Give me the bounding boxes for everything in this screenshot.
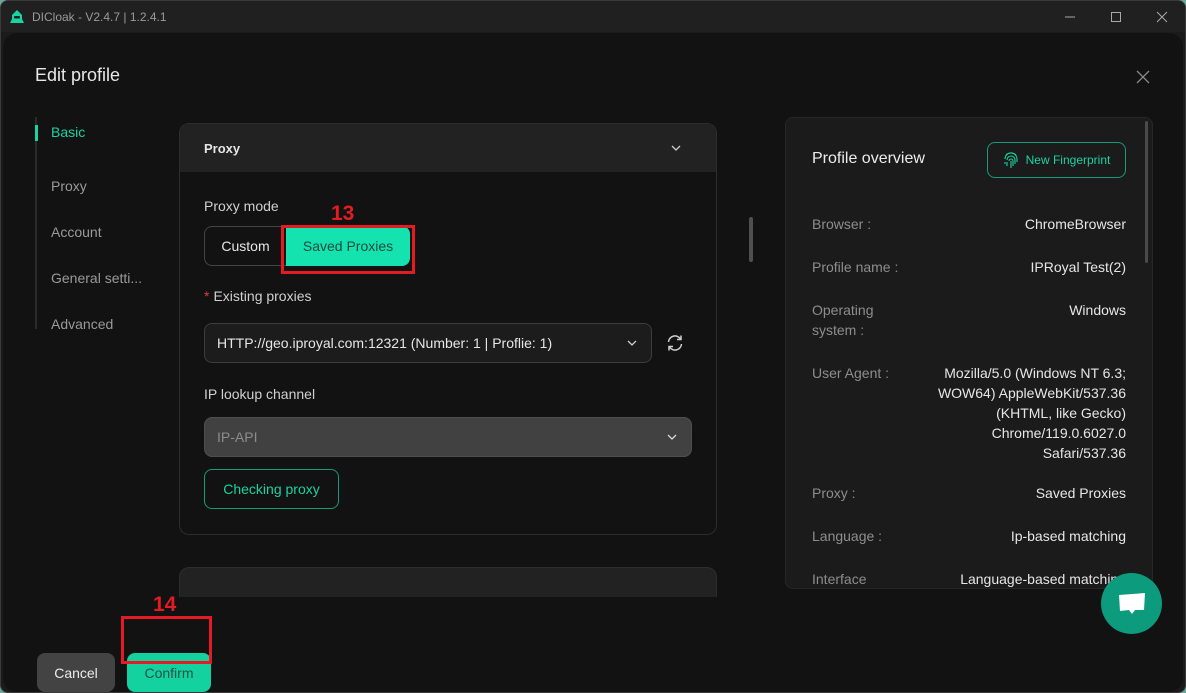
nav-item-account[interactable]: Account [37,209,165,255]
annotation-box-13 [281,225,415,274]
overview-row-browser: Browser : ChromeBrowser [812,214,1126,234]
overview-value: ChromeBrowser [1024,216,1126,232]
overview-row-operating-system: Operating system : Windows [812,300,1126,340]
side-nav: Basic Proxy Account General setti... Adv… [35,117,165,332]
content-scrollbar[interactable] [749,217,753,262]
overview-key: User Agent : [812,365,890,381]
app-title: DICloak - V2.4.7 | 1.2.4.1 [32,9,167,24]
annotation-number-14: 14 [153,593,177,616]
nav-item-basic[interactable]: Basic [35,117,165,163]
maximize-button[interactable] [1093,1,1139,32]
overview-key: Proxy : [812,485,856,501]
nav-item-general-settings[interactable]: General setti... [37,255,165,301]
existing-proxies-label: * Existing proxies [204,288,692,304]
window-close-button[interactable] [1139,1,1185,32]
proxy-mode-label: Proxy mode [204,198,279,214]
cancel-button[interactable]: Cancel [37,653,115,692]
overview-value: Language-based matching [960,571,1126,587]
overview-value: Saved Proxies [1035,485,1126,501]
checking-proxy-button[interactable]: Checking proxy [204,469,339,509]
close-icon [1156,11,1168,22]
new-fingerprint-button[interactable]: New Fingerprint [987,142,1126,178]
overview-key: Browser : [812,216,872,232]
nav-item-proxy[interactable]: Proxy [37,163,165,209]
nav-item-advanced[interactable]: Advanced [37,301,165,347]
fingerprint-icon [1004,152,1018,168]
overview-key: Interface [812,571,867,587]
new-fingerprint-label: New Fingerprint [1025,153,1111,167]
ip-lookup-select[interactable]: IP-API [204,417,692,457]
profile-overview-panel: Profile overview New Fingerprint Browser… [785,117,1153,589]
overview-row-language: Language : Ip-based matching [812,526,1126,546]
overview-scrollbar[interactable] [1145,121,1148,263]
edit-profile-dialog: Edit profile Basic Proxy Account General… [3,33,1183,692]
existing-proxies-label-text: Existing proxies [213,288,312,304]
proxy-card: Proxy Proxy mode Custom Saved Proxies * E… [179,123,717,535]
maximize-icon [1111,11,1121,22]
chevron-down-icon [627,340,637,346]
next-section-card [179,567,717,597]
dialog-close-button[interactable] [1133,67,1153,87]
minimize-button[interactable] [1047,1,1093,32]
annotation-box-14 [121,616,212,664]
overview-value: Windows [1069,302,1126,318]
chat-icon [1118,592,1145,614]
proxy-mode-segmented: Custom Saved Proxies [204,226,692,266]
dialog-title: Edit profile [35,65,121,85]
close-icon [1136,70,1150,84]
proxy-card-header[interactable]: Proxy [180,124,716,172]
app-window: DICloak - V2.4.7 | 1.2.4.1 Edit profile … [0,0,1186,693]
overview-key: Operating system : [812,302,874,338]
overview-key: Profile name : [812,259,899,275]
annotation-number-13: 13 [331,202,355,225]
overview-key: Language : [812,528,883,544]
chat-support-button[interactable] [1101,573,1162,634]
refresh-icon [667,335,683,351]
title-bar: DICloak - V2.4.7 | 1.2.4.1 [1,1,1185,32]
overview-value: IPRoyal Test(2) [1030,259,1126,275]
existing-proxies-select[interactable]: HTTP://geo.iproyal.com:12321 (Number: 1 … [204,323,652,363]
overview-value: Ip-based matching [1010,528,1126,544]
required-marker: * [204,288,210,304]
overview-title: Profile overview [812,150,925,167]
existing-proxies-value: HTTP://geo.iproyal.com:12321 (Number: 1 … [217,335,553,351]
chevron-down-icon [667,434,677,440]
overview-row-proxy: Proxy : Saved Proxies [812,483,1126,503]
overview-row-profile-name: Profile name : IPRoyal Test(2) [812,257,1126,277]
dicloak-logo-icon [8,8,26,26]
refresh-proxies-button[interactable] [665,333,685,353]
ip-lookup-label: IP lookup channel [204,386,316,402]
overview-row-interface: Interface Language-based matching [812,569,1126,588]
chevron-down-icon [671,145,681,151]
overview-value: Mozilla/5.0 (Windows NT 6.3; WOW64) Appl… [937,365,1126,461]
proxy-mode-custom-button[interactable]: Custom [204,226,286,266]
ip-lookup-value: IP-API [217,429,258,445]
proxy-card-title: Proxy [204,140,241,156]
minimize-icon [1065,16,1075,17]
overview-row-user-agent: User Agent : Mozilla/5.0 (Windows NT 6.3… [812,363,1126,463]
